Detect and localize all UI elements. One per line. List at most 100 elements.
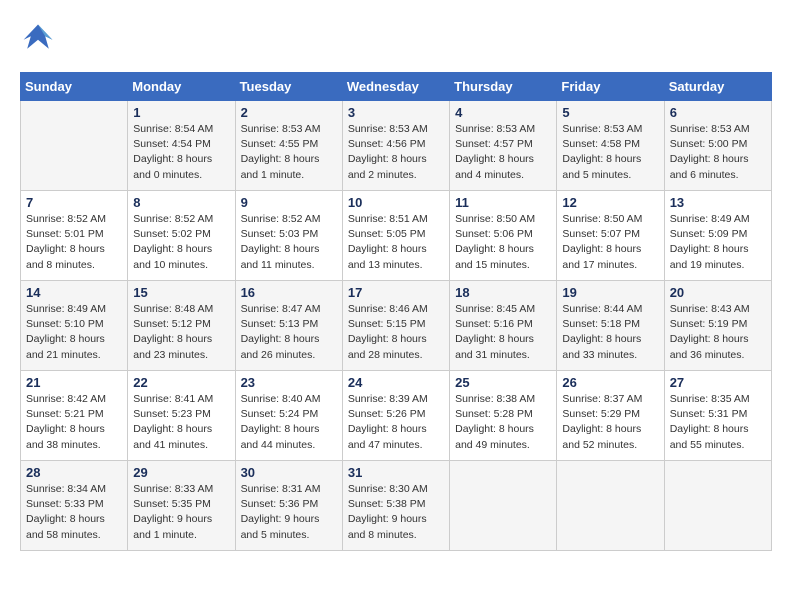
day-info: Sunrise: 8:48 AMSunset: 5:12 PMDaylight:… [133,302,229,363]
day-info: Sunrise: 8:40 AMSunset: 5:24 PMDaylight:… [241,392,337,453]
page-header [20,20,772,56]
day-number: 7 [26,195,122,210]
day-number: 13 [670,195,766,210]
calendar-cell: 14Sunrise: 8:49 AMSunset: 5:10 PMDayligh… [21,281,128,371]
calendar-week-4: 21 Sunrise: 8:42 AMSunset: 5:21 PMDayligh… [21,371,772,461]
calendar-cell [450,461,557,551]
day-number: 22 [133,375,229,390]
day-info: Sunrise: 8:53 AMSunset: 4:56 PMDaylight:… [348,122,444,183]
day-number: 26 [562,375,658,390]
day-info: Sunrise: 8:49 AMSunset: 5:09 PMDaylight:… [670,212,766,273]
day-info: Sunrise: 8:42 AMSunset: 5:21 PMDaylight:… [26,392,122,453]
calendar-cell: 6 Sunrise: 8:53 AMSunset: 5:00 PMDaylight… [664,101,771,191]
day-info: Sunrise: 8:52 AMSunset: 5:03 PMDaylight:… [241,212,337,273]
day-info: Sunrise: 8:33 AMSunset: 5:35 PMDaylight:… [133,482,229,543]
day-number: 31 [348,465,444,480]
day-number: 4 [455,105,551,120]
calendar-week-3: 14Sunrise: 8:49 AMSunset: 5:10 PMDayligh… [21,281,772,371]
calendar-header-row: SundayMondayTuesdayWednesdayThursdayFrid… [21,73,772,101]
day-info: Sunrise: 8:43 AMSunset: 5:19 PMDaylight:… [670,302,766,363]
calendar-cell [557,461,664,551]
day-header-saturday: Saturday [664,73,771,101]
day-header-friday: Friday [557,73,664,101]
calendar-week-2: 7 Sunrise: 8:52 AMSunset: 5:01 PMDaylight… [21,191,772,281]
day-info: Sunrise: 8:52 AMSunset: 5:02 PMDaylight:… [133,212,229,273]
day-info: Sunrise: 8:54 AMSunset: 4:54 PMDaylight:… [133,122,229,183]
calendar-cell: 3 Sunrise: 8:53 AMSunset: 4:56 PMDaylight… [342,101,449,191]
day-number: 18 [455,285,551,300]
day-number: 8 [133,195,229,210]
day-header-wednesday: Wednesday [342,73,449,101]
calendar-cell: 12 Sunrise: 8:50 AMSunset: 5:07 PMDayligh… [557,191,664,281]
calendar-cell: 1Sunrise: 8:54 AMSunset: 4:54 PMDaylight… [128,101,235,191]
day-number: 11 [455,195,551,210]
day-number: 5 [562,105,658,120]
calendar-cell: 11Sunrise: 8:50 AMSunset: 5:06 PMDayligh… [450,191,557,281]
calendar-cell: 2 Sunrise: 8:53 AMSunset: 4:55 PMDaylight… [235,101,342,191]
day-info: Sunrise: 8:51 AMSunset: 5:05 PMDaylight:… [348,212,444,273]
day-number: 15 [133,285,229,300]
logo [20,20,60,56]
calendar-cell: 30Sunrise: 8:31 AMSunset: 5:36 PMDayligh… [235,461,342,551]
day-info: Sunrise: 8:53 AMSunset: 5:00 PMDaylight:… [670,122,766,183]
calendar-cell [664,461,771,551]
day-number: 20 [670,285,766,300]
calendar-cell: 5 Sunrise: 8:53 AMSunset: 4:58 PMDaylight… [557,101,664,191]
day-info: Sunrise: 8:52 AMSunset: 5:01 PMDaylight:… [26,212,122,273]
day-number: 12 [562,195,658,210]
day-number: 10 [348,195,444,210]
day-number: 23 [241,375,337,390]
day-info: Sunrise: 8:44 AMSunset: 5:18 PMDaylight:… [562,302,658,363]
day-info: Sunrise: 8:50 AMSunset: 5:07 PMDaylight:… [562,212,658,273]
calendar-cell: 26 Sunrise: 8:37 AMSunset: 5:29 PMDayligh… [557,371,664,461]
logo-icon [20,20,56,56]
calendar-cell: 20 Sunrise: 8:43 AMSunset: 5:19 PMDayligh… [664,281,771,371]
day-info: Sunrise: 8:37 AMSunset: 5:29 PMDaylight:… [562,392,658,453]
calendar-cell: 7 Sunrise: 8:52 AMSunset: 5:01 PMDaylight… [21,191,128,281]
day-info: Sunrise: 8:53 AMSunset: 4:58 PMDaylight:… [562,122,658,183]
day-number: 30 [241,465,337,480]
calendar-cell: 19 Sunrise: 8:44 AMSunset: 5:18 PMDayligh… [557,281,664,371]
day-header-tuesday: Tuesday [235,73,342,101]
day-number: 16 [241,285,337,300]
calendar-table: SundayMondayTuesdayWednesdayThursdayFrid… [20,72,772,551]
calendar-cell: 10 Sunrise: 8:51 AMSunset: 5:05 PMDayligh… [342,191,449,281]
calendar-week-5: 28 Sunrise: 8:34 AMSunset: 5:33 PMDayligh… [21,461,772,551]
calendar-cell [21,101,128,191]
day-info: Sunrise: 8:46 AMSunset: 5:15 PMDaylight:… [348,302,444,363]
day-info: Sunrise: 8:53 AMSunset: 4:55 PMDaylight:… [241,122,337,183]
day-number: 19 [562,285,658,300]
calendar-cell: 22 Sunrise: 8:41 AMSunset: 5:23 PMDayligh… [128,371,235,461]
day-number: 28 [26,465,122,480]
calendar-cell: 8 Sunrise: 8:52 AMSunset: 5:02 PMDaylight… [128,191,235,281]
calendar-cell: 4 Sunrise: 8:53 AMSunset: 4:57 PMDaylight… [450,101,557,191]
day-info: Sunrise: 8:41 AMSunset: 5:23 PMDaylight:… [133,392,229,453]
day-header-thursday: Thursday [450,73,557,101]
day-number: 9 [241,195,337,210]
day-info: Sunrise: 8:53 AMSunset: 4:57 PMDaylight:… [455,122,551,183]
day-info: Sunrise: 8:45 AMSunset: 5:16 PMDaylight:… [455,302,551,363]
calendar-cell: 15 Sunrise: 8:48 AMSunset: 5:12 PMDayligh… [128,281,235,371]
day-number: 24 [348,375,444,390]
day-info: Sunrise: 8:49 AMSunset: 5:10 PMDaylight:… [26,302,122,363]
day-number: 21 [26,375,122,390]
day-number: 6 [670,105,766,120]
day-number: 3 [348,105,444,120]
day-number: 25 [455,375,551,390]
day-info: Sunrise: 8:30 AMSunset: 5:38 PMDaylight:… [348,482,444,543]
calendar-cell: 31 Sunrise: 8:30 AMSunset: 5:38 PMDayligh… [342,461,449,551]
day-number: 17 [348,285,444,300]
day-header-monday: Monday [128,73,235,101]
day-info: Sunrise: 8:39 AMSunset: 5:26 PMDaylight:… [348,392,444,453]
calendar-cell: 29 Sunrise: 8:33 AMSunset: 5:35 PMDayligh… [128,461,235,551]
calendar-cell: 16Sunrise: 8:47 AMSunset: 5:13 PMDayligh… [235,281,342,371]
day-number: 29 [133,465,229,480]
calendar-cell: 25 Sunrise: 8:38 AMSunset: 5:28 PMDayligh… [450,371,557,461]
day-header-sunday: Sunday [21,73,128,101]
calendar-cell: 21 Sunrise: 8:42 AMSunset: 5:21 PMDayligh… [21,371,128,461]
calendar-cell: 27Sunrise: 8:35 AMSunset: 5:31 PMDayligh… [664,371,771,461]
day-number: 2 [241,105,337,120]
day-info: Sunrise: 8:38 AMSunset: 5:28 PMDaylight:… [455,392,551,453]
day-info: Sunrise: 8:34 AMSunset: 5:33 PMDaylight:… [26,482,122,543]
calendar-week-1: 1Sunrise: 8:54 AMSunset: 4:54 PMDaylight… [21,101,772,191]
